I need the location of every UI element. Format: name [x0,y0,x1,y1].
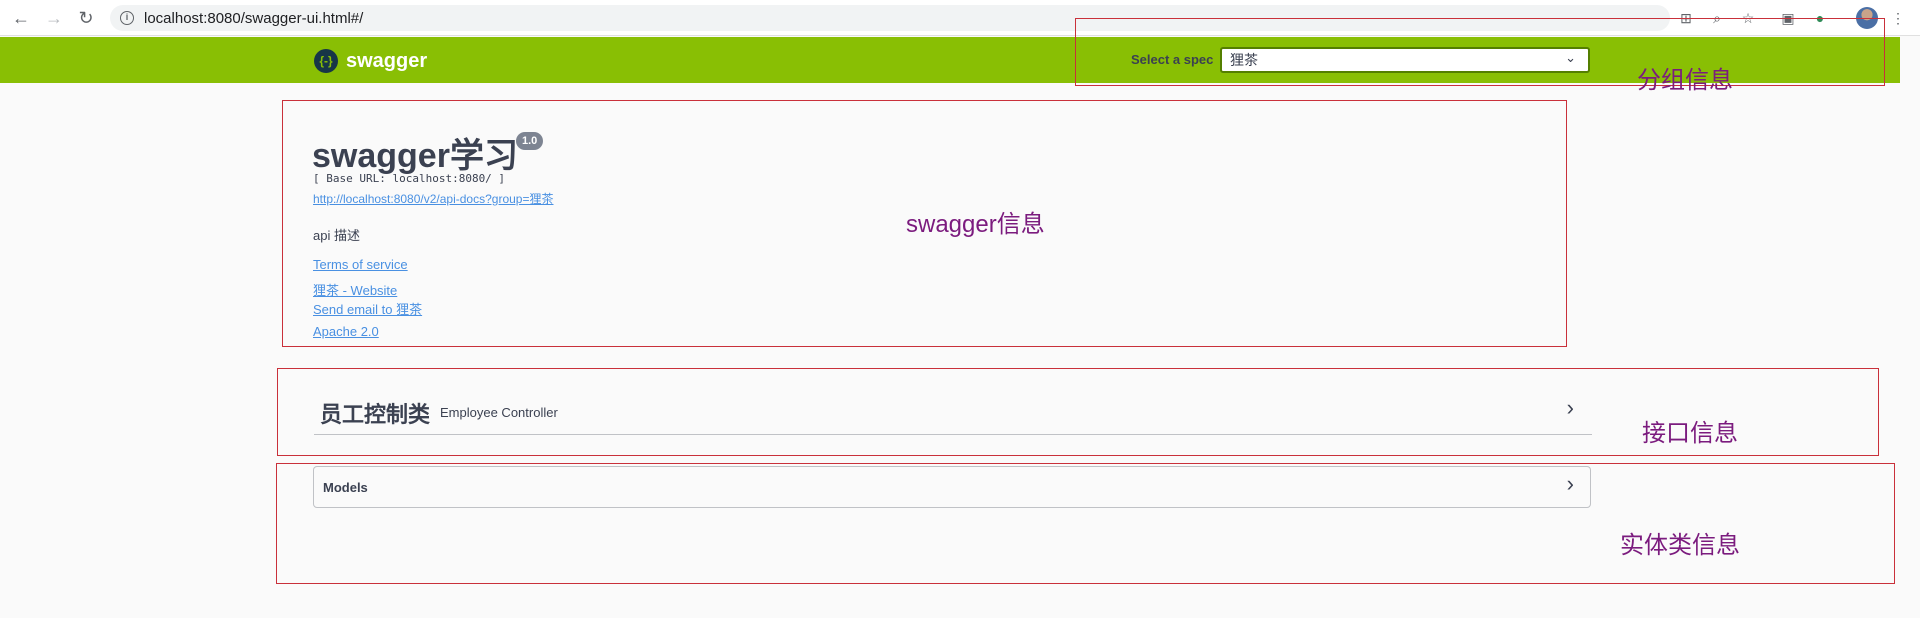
forward-arrow-icon[interactable]: → [42,6,66,30]
annotation-label-entity: 实体类信息 [1620,532,1740,559]
annotation-box-group [1075,18,1885,86]
address-bar-url: localhost:8080/swagger-ui.html#/ [144,9,364,27]
annotation-label-group: 分组信息 [1637,67,1733,94]
menu-kebab-icon[interactable]: ⋮ [1888,8,1908,28]
annotation-box-entity [276,463,1895,584]
swagger-logo-text: swagger [346,49,428,72]
site-info-icon[interactable]: i [120,11,134,25]
reload-icon[interactable]: ↻ [74,6,98,30]
swagger-logo-icon: {-} [314,49,338,73]
annotation-label-swagger: swagger信息 [906,211,1045,238]
back-arrow-icon[interactable]: ← [9,6,33,30]
annotation-box-api [277,368,1879,456]
annotation-label-api: 接口信息 [1642,420,1738,447]
swagger-logo[interactable]: {-} swagger [314,49,427,73]
